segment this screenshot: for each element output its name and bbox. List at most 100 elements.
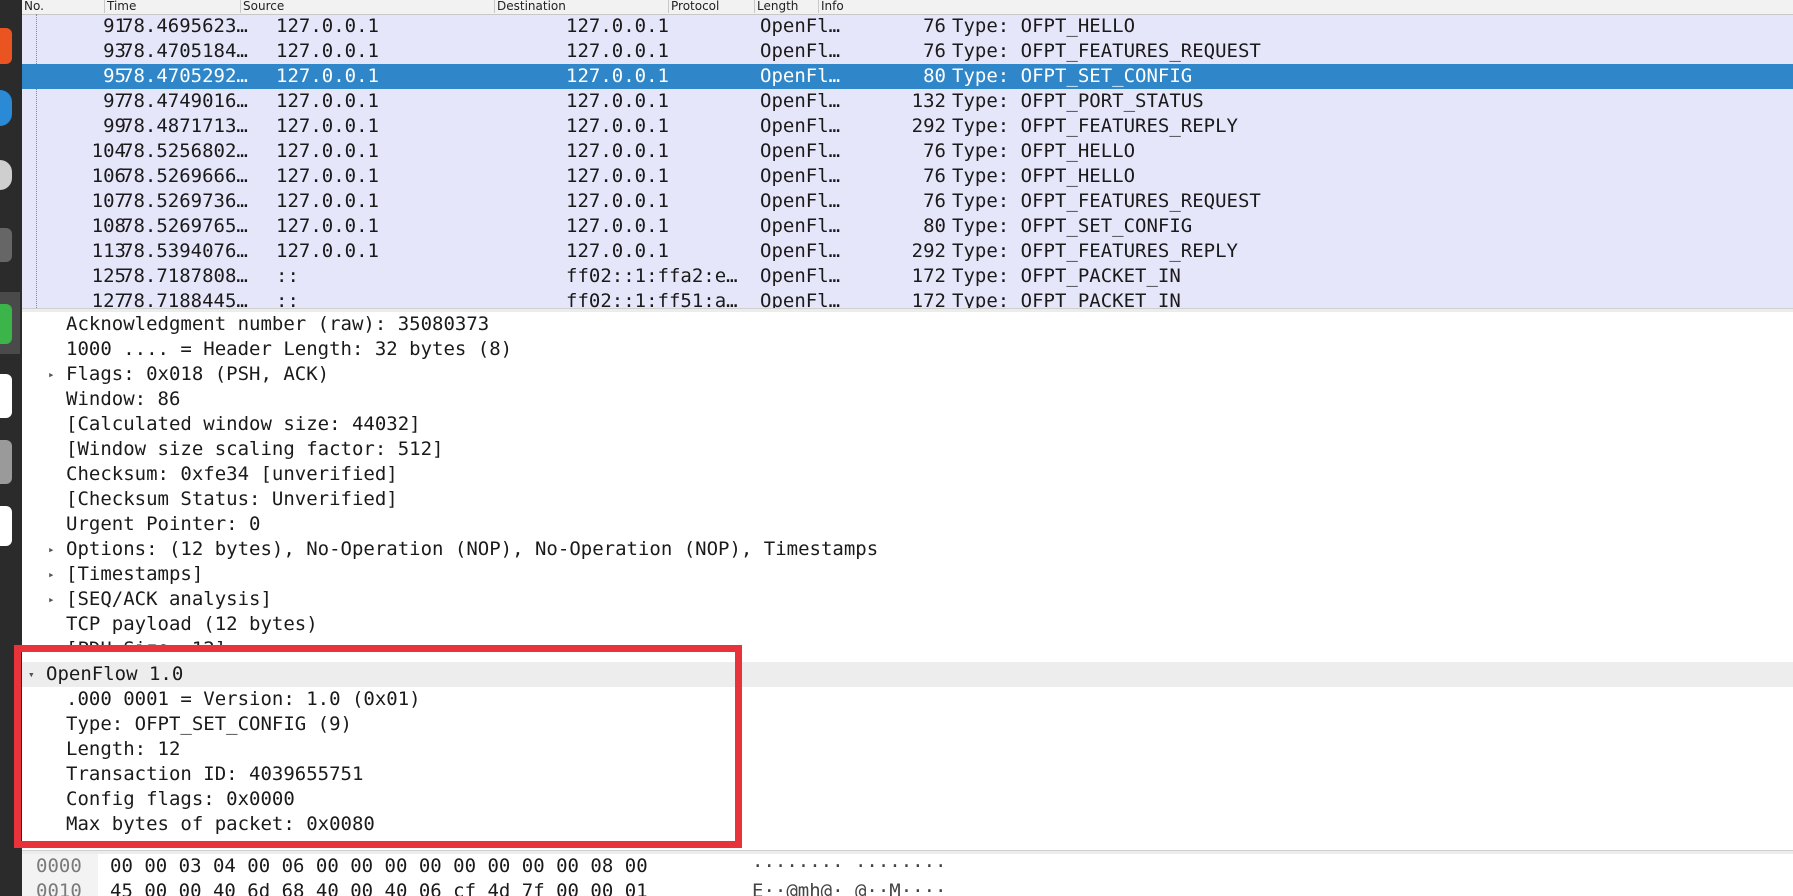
packet-cell-proto: OpenFl… bbox=[760, 265, 841, 287]
detail-window-scale[interactable]: [Window size scaling factor: 512] bbox=[22, 437, 1793, 462]
hex-bytes[interactable]: 45 00 00 40 6d 68 40 00 40 06 cf 4d 7f 0… bbox=[110, 879, 648, 896]
detail-calc-window[interactable]: [Calculated window size: 44032] bbox=[22, 412, 1793, 437]
hex-bytes[interactable]: 00 00 03 04 00 06 00 00 00 00 00 00 00 0… bbox=[110, 854, 648, 879]
packet-cell-src: 127.0.0.1 bbox=[276, 190, 379, 212]
packet-cell-time: 78.5256802… bbox=[122, 140, 248, 162]
packet-cell-time: 78.7187808… bbox=[122, 265, 248, 287]
column-header-no[interactable]: No. bbox=[22, 0, 104, 13]
detail-header-length[interactable]: 1000 .... = Header Length: 32 bytes (8) bbox=[22, 337, 1793, 362]
detail-ack-raw[interactable]: Acknowledgment number (raw): 35080373 bbox=[22, 312, 1793, 337]
packet-cell-dst: 127.0.0.1 bbox=[566, 15, 669, 37]
packet-row[interactable]: 99 78.4871713… 127.0.0.1 127.0.0.1 OpenFl… 29… bbox=[22, 114, 1793, 139]
packet-cell-no: 107 bbox=[91, 190, 126, 212]
detail-tcp-payload[interactable]: TCP payload (12 bytes) bbox=[22, 612, 1793, 637]
document-app-icon[interactable] bbox=[0, 506, 12, 546]
packet-cell-len: 76 bbox=[923, 40, 946, 62]
packet-cell-time: 78.4705184… bbox=[122, 40, 248, 62]
packet-cell-info: Type: OFPT_FEATURES_REPLY bbox=[952, 240, 1238, 262]
packet-cell-src: 127.0.0.1 bbox=[276, 215, 379, 237]
packet-row[interactable]: 125 78.7187808…:: ff02::1:ffa2:e… OpenFl… 17… bbox=[22, 264, 1793, 289]
packet-cell-proto: OpenFl… bbox=[760, 15, 841, 37]
packet-cell-no: 104 bbox=[91, 140, 126, 162]
packet-cell-proto: OpenFl… bbox=[760, 215, 841, 237]
packet-cell-src: 127.0.0.1 bbox=[276, 40, 379, 62]
packet-cell-no: 95 bbox=[103, 65, 126, 87]
files-app-icon[interactable] bbox=[0, 28, 12, 64]
packet-cell-time: 78.4871713… bbox=[122, 115, 248, 137]
column-header-source[interactable]: Source bbox=[240, 0, 495, 13]
expand-arrow-icon[interactable]: ▸ bbox=[48, 537, 55, 562]
packet-cell-dst: ff02::1:ff51:a… bbox=[566, 290, 738, 308]
detail-timestamps[interactable]: ▸ [Timestamps] bbox=[22, 562, 1793, 587]
packet-cell-time: 78.5269765… bbox=[122, 215, 248, 237]
detail-of-length[interactable]: Length: 12 bbox=[22, 737, 1793, 762]
settings-app-icon[interactable] bbox=[0, 440, 12, 484]
packet-cell-info: Type: OFPT_SET_CONFIG bbox=[952, 65, 1193, 87]
packet-cell-info: Type: OFPT_PACKET_IN bbox=[952, 265, 1181, 287]
expand-arrow-icon[interactable]: ▸ bbox=[48, 362, 55, 387]
detail-window[interactable]: Window: 86 bbox=[22, 387, 1793, 412]
packet-cell-src: 127.0.0.1 bbox=[276, 65, 379, 87]
column-header-destination[interactable]: Destination bbox=[494, 0, 669, 13]
detail-urgent-pointer[interactable]: Urgent Pointer: 0 bbox=[22, 512, 1793, 537]
packet-cell-dst: 127.0.0.1 bbox=[566, 190, 669, 212]
wireshark-app-icon[interactable] bbox=[0, 304, 12, 344]
column-header-protocol[interactable]: Protocol bbox=[668, 0, 755, 13]
detail-of-max-bytes[interactable]: Max bytes of packet: 0x0080 bbox=[22, 812, 1793, 837]
hex-offset: 0000 bbox=[36, 855, 82, 877]
detail-options[interactable]: ▸ Options: (12 bytes), No-Operation (NOP)… bbox=[22, 537, 1793, 562]
packet-cell-proto: OpenFl… bbox=[760, 165, 841, 187]
packet-cell-info: Type: OFPT_HELLO bbox=[952, 15, 1136, 37]
packet-cell-info: Type: OFPT_FEATURES_REPLY bbox=[952, 115, 1238, 137]
packet-cell-no: 99 bbox=[103, 115, 126, 137]
packet-cell-len: 132 bbox=[911, 90, 946, 112]
packet-cell-time: 78.4749016… bbox=[122, 90, 248, 112]
packet-cell-proto: OpenFl… bbox=[760, 40, 841, 62]
detail-seq-ack-analysis[interactable]: ▸ [SEQ/ACK analysis] bbox=[22, 587, 1793, 612]
packet-cell-no: 108 bbox=[91, 215, 126, 237]
column-header-length[interactable]: Length bbox=[754, 0, 819, 13]
packet-row[interactable]: 106 78.5269666… 127.0.0.1 127.0.0.1 OpenFl… 7… bbox=[22, 164, 1793, 189]
detail-of-transaction-id[interactable]: Transaction ID: 4039655751 bbox=[22, 762, 1793, 787]
packet-cell-info: Type: OFPT_PACKET_IN bbox=[952, 290, 1181, 308]
hex-ascii[interactable]: E··@mh@· @··M···· bbox=[752, 879, 946, 896]
text-editor-app-icon[interactable] bbox=[0, 374, 12, 418]
detail-openflow-section[interactable]: ▾ OpenFlow 1.0 bbox=[22, 662, 1793, 687]
packet-row[interactable]: 91 78.4695623… 127.0.0.1 127.0.0.1 OpenFl… 76… bbox=[22, 14, 1793, 39]
detail-checksum[interactable]: Checksum: 0xfe34 [unverified] bbox=[22, 462, 1793, 487]
packet-cell-dst: 127.0.0.1 bbox=[566, 215, 669, 237]
packet-row[interactable]: 108 78.5269765… 127.0.0.1 127.0.0.1 OpenFl… 8… bbox=[22, 214, 1793, 239]
detail-checksum-status[interactable]: [Checksum Status: Unverified] bbox=[22, 487, 1793, 512]
packet-list-pane[interactable]: No. Time Source Destination Protocol Len… bbox=[22, 0, 1793, 308]
detail-flags[interactable]: ▸ Flags: 0x018 (PSH, ACK) bbox=[22, 362, 1793, 387]
detail-of-config-flags[interactable]: Config flags: 0x0000 bbox=[22, 787, 1793, 812]
packet-cell-no: 93 bbox=[103, 40, 126, 62]
detail-of-type[interactable]: Type: OFPT_SET_CONFIG (9) bbox=[22, 712, 1793, 737]
packet-cell-time: 78.5269736… bbox=[122, 190, 248, 212]
packet-row[interactable]: 107 78.5269736… 127.0.0.1 127.0.0.1 OpenFl… 7… bbox=[22, 189, 1793, 214]
browser-app-icon[interactable] bbox=[0, 90, 12, 126]
expand-arrow-icon[interactable]: ▸ bbox=[48, 562, 55, 587]
packet-row[interactable]: 95 78.4705292… 127.0.0.1 127.0.0.1 OpenFl… 80… bbox=[22, 64, 1793, 89]
detail-of-version[interactable]: .000 0001 = Version: 1.0 (0x01) bbox=[22, 687, 1793, 712]
packet-bytes-pane[interactable]: 0000 00 00 03 04 00 06 00 00 00 00 00 00… bbox=[22, 854, 1793, 896]
packet-cell-time: 78.5394076… bbox=[122, 240, 248, 262]
music-app-icon[interactable] bbox=[0, 160, 12, 190]
column-header-info[interactable]: Info bbox=[818, 0, 1721, 13]
packet-cell-info: Type: OFPT_FEATURES_REQUEST bbox=[952, 190, 1261, 212]
packet-cell-proto: OpenFl… bbox=[760, 240, 841, 262]
terminal-app-icon[interactable] bbox=[0, 228, 12, 262]
packet-row[interactable]: 93 78.4705184… 127.0.0.1 127.0.0.1 OpenFl… 76… bbox=[22, 39, 1793, 64]
packet-row[interactable]: 113 78.5394076… 127.0.0.1 127.0.0.1 OpenFl… 2… bbox=[22, 239, 1793, 264]
hex-ascii[interactable]: ········ ········ bbox=[752, 854, 946, 879]
expand-arrow-icon[interactable]: ▸ bbox=[48, 587, 55, 612]
packet-details-pane[interactable]: Acknowledgment number (raw): 35080373 10… bbox=[22, 312, 1793, 850]
packet-row[interactable]: 127 78.7188445…:: ff02::1:ff51:a… OpenFl… 17… bbox=[22, 289, 1793, 308]
packet-row[interactable]: 104 78.5256802… 127.0.0.1 127.0.0.1 OpenFl… 7… bbox=[22, 139, 1793, 164]
collapse-arrow-icon[interactable]: ▾ bbox=[28, 662, 35, 687]
packet-cell-src: 127.0.0.1 bbox=[276, 165, 379, 187]
detail-pdu-size[interactable]: [PDU Size: 12] bbox=[22, 637, 1793, 651]
packet-cell-dst: ff02::1:ffa2:e… bbox=[566, 265, 738, 287]
packet-row[interactable]: 97 78.4749016… 127.0.0.1 127.0.0.1 OpenFl… 13… bbox=[22, 89, 1793, 114]
column-header-time[interactable]: Time bbox=[104, 0, 241, 13]
